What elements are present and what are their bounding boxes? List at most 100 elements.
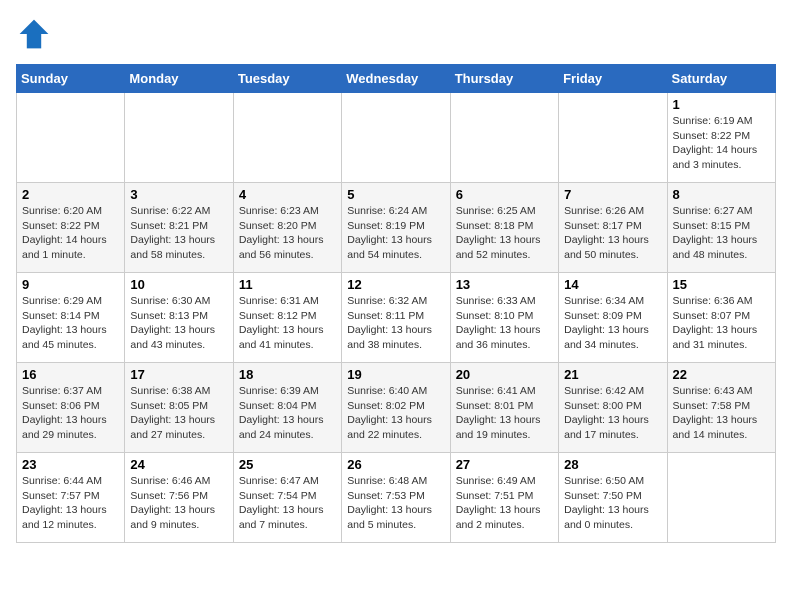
day-number: 5 bbox=[347, 187, 444, 202]
week-row-1: 2 Sunrise: 6:20 AM Sunset: 8:22 PM Daylig… bbox=[17, 183, 776, 273]
day-info: Sunrise: 6:19 AM Sunset: 8:22 PM Dayligh… bbox=[673, 114, 770, 173]
day-number: 2 bbox=[22, 187, 119, 202]
day-cell: 20 Sunrise: 6:41 AM Sunset: 8:01 PM Dayli… bbox=[450, 363, 558, 453]
week-row-2: 9 Sunrise: 6:29 AM Sunset: 8:14 PM Daylig… bbox=[17, 273, 776, 363]
day-info: Sunrise: 6:38 AM Sunset: 8:05 PM Dayligh… bbox=[130, 384, 227, 443]
day-number: 17 bbox=[130, 367, 227, 382]
day-cell: 16 Sunrise: 6:37 AM Sunset: 8:06 PM Dayli… bbox=[17, 363, 125, 453]
day-number: 27 bbox=[456, 457, 553, 472]
day-cell: 25 Sunrise: 6:47 AM Sunset: 7:54 PM Dayli… bbox=[233, 453, 341, 543]
day-cell: 19 Sunrise: 6:40 AM Sunset: 8:02 PM Dayli… bbox=[342, 363, 450, 453]
day-cell: 21 Sunrise: 6:42 AM Sunset: 8:00 PM Dayli… bbox=[559, 363, 667, 453]
day-info: Sunrise: 6:26 AM Sunset: 8:17 PM Dayligh… bbox=[564, 204, 661, 263]
day-number: 24 bbox=[130, 457, 227, 472]
day-info: Sunrise: 6:31 AM Sunset: 8:12 PM Dayligh… bbox=[239, 294, 336, 353]
day-info: Sunrise: 6:47 AM Sunset: 7:54 PM Dayligh… bbox=[239, 474, 336, 533]
day-info: Sunrise: 6:50 AM Sunset: 7:50 PM Dayligh… bbox=[564, 474, 661, 533]
day-info: Sunrise: 6:20 AM Sunset: 8:22 PM Dayligh… bbox=[22, 204, 119, 263]
day-cell: 9 Sunrise: 6:29 AM Sunset: 8:14 PM Daylig… bbox=[17, 273, 125, 363]
day-info: Sunrise: 6:48 AM Sunset: 7:53 PM Dayligh… bbox=[347, 474, 444, 533]
day-cell: 23 Sunrise: 6:44 AM Sunset: 7:57 PM Dayli… bbox=[17, 453, 125, 543]
day-info: Sunrise: 6:41 AM Sunset: 8:01 PM Dayligh… bbox=[456, 384, 553, 443]
day-number: 22 bbox=[673, 367, 770, 382]
day-info: Sunrise: 6:37 AM Sunset: 8:06 PM Dayligh… bbox=[22, 384, 119, 443]
day-info: Sunrise: 6:39 AM Sunset: 8:04 PM Dayligh… bbox=[239, 384, 336, 443]
day-cell: 6 Sunrise: 6:25 AM Sunset: 8:18 PM Daylig… bbox=[450, 183, 558, 273]
day-number: 16 bbox=[22, 367, 119, 382]
day-number: 28 bbox=[564, 457, 661, 472]
day-number: 19 bbox=[347, 367, 444, 382]
day-number: 14 bbox=[564, 277, 661, 292]
day-number: 20 bbox=[456, 367, 553, 382]
logo-icon bbox=[16, 16, 52, 52]
day-info: Sunrise: 6:44 AM Sunset: 7:57 PM Dayligh… bbox=[22, 474, 119, 533]
day-cell bbox=[450, 93, 558, 183]
day-info: Sunrise: 6:29 AM Sunset: 8:14 PM Dayligh… bbox=[22, 294, 119, 353]
day-number: 9 bbox=[22, 277, 119, 292]
day-info: Sunrise: 6:32 AM Sunset: 8:11 PM Dayligh… bbox=[347, 294, 444, 353]
day-cell bbox=[125, 93, 233, 183]
day-number: 8 bbox=[673, 187, 770, 202]
day-info: Sunrise: 6:36 AM Sunset: 8:07 PM Dayligh… bbox=[673, 294, 770, 353]
day-cell bbox=[342, 93, 450, 183]
day-number: 6 bbox=[456, 187, 553, 202]
day-cell bbox=[17, 93, 125, 183]
day-cell: 8 Sunrise: 6:27 AM Sunset: 8:15 PM Daylig… bbox=[667, 183, 775, 273]
day-cell: 26 Sunrise: 6:48 AM Sunset: 7:53 PM Dayli… bbox=[342, 453, 450, 543]
calendar-table: SundayMondayTuesdayWednesdayThursdayFrid… bbox=[16, 64, 776, 543]
day-number: 10 bbox=[130, 277, 227, 292]
day-cell: 15 Sunrise: 6:36 AM Sunset: 8:07 PM Dayli… bbox=[667, 273, 775, 363]
day-number: 13 bbox=[456, 277, 553, 292]
day-info: Sunrise: 6:33 AM Sunset: 8:10 PM Dayligh… bbox=[456, 294, 553, 353]
day-number: 12 bbox=[347, 277, 444, 292]
day-number: 7 bbox=[564, 187, 661, 202]
week-row-4: 23 Sunrise: 6:44 AM Sunset: 7:57 PM Dayli… bbox=[17, 453, 776, 543]
day-cell: 27 Sunrise: 6:49 AM Sunset: 7:51 PM Dayli… bbox=[450, 453, 558, 543]
header-monday: Monday bbox=[125, 65, 233, 93]
day-info: Sunrise: 6:46 AM Sunset: 7:56 PM Dayligh… bbox=[130, 474, 227, 533]
day-info: Sunrise: 6:22 AM Sunset: 8:21 PM Dayligh… bbox=[130, 204, 227, 263]
day-cell bbox=[559, 93, 667, 183]
day-cell: 18 Sunrise: 6:39 AM Sunset: 8:04 PM Dayli… bbox=[233, 363, 341, 453]
day-cell: 22 Sunrise: 6:43 AM Sunset: 7:58 PM Dayli… bbox=[667, 363, 775, 453]
calendar-header-row: SundayMondayTuesdayWednesdayThursdayFrid… bbox=[17, 65, 776, 93]
day-info: Sunrise: 6:43 AM Sunset: 7:58 PM Dayligh… bbox=[673, 384, 770, 443]
day-number: 21 bbox=[564, 367, 661, 382]
day-info: Sunrise: 6:30 AM Sunset: 8:13 PM Dayligh… bbox=[130, 294, 227, 353]
day-cell: 28 Sunrise: 6:50 AM Sunset: 7:50 PM Dayli… bbox=[559, 453, 667, 543]
day-number: 18 bbox=[239, 367, 336, 382]
day-number: 26 bbox=[347, 457, 444, 472]
day-info: Sunrise: 6:42 AM Sunset: 8:00 PM Dayligh… bbox=[564, 384, 661, 443]
day-cell: 3 Sunrise: 6:22 AM Sunset: 8:21 PM Daylig… bbox=[125, 183, 233, 273]
day-number: 15 bbox=[673, 277, 770, 292]
day-cell: 7 Sunrise: 6:26 AM Sunset: 8:17 PM Daylig… bbox=[559, 183, 667, 273]
header bbox=[16, 16, 776, 52]
day-info: Sunrise: 6:49 AM Sunset: 7:51 PM Dayligh… bbox=[456, 474, 553, 533]
day-info: Sunrise: 6:23 AM Sunset: 8:20 PM Dayligh… bbox=[239, 204, 336, 263]
header-wednesday: Wednesday bbox=[342, 65, 450, 93]
day-number: 3 bbox=[130, 187, 227, 202]
day-number: 1 bbox=[673, 97, 770, 112]
day-cell: 13 Sunrise: 6:33 AM Sunset: 8:10 PM Dayli… bbox=[450, 273, 558, 363]
week-row-3: 16 Sunrise: 6:37 AM Sunset: 8:06 PM Dayli… bbox=[17, 363, 776, 453]
day-cell: 4Sunrise: 6:23 AM Sunset: 8:20 PM Daylig… bbox=[233, 183, 341, 273]
day-cell: 24 Sunrise: 6:46 AM Sunset: 7:56 PM Dayli… bbox=[125, 453, 233, 543]
logo bbox=[16, 16, 56, 52]
day-cell: 17 Sunrise: 6:38 AM Sunset: 8:05 PM Dayli… bbox=[125, 363, 233, 453]
header-tuesday: Tuesday bbox=[233, 65, 341, 93]
day-cell: 12 Sunrise: 6:32 AM Sunset: 8:11 PM Dayli… bbox=[342, 273, 450, 363]
day-number: 23 bbox=[22, 457, 119, 472]
day-cell bbox=[233, 93, 341, 183]
week-row-0: 1 Sunrise: 6:19 AM Sunset: 8:22 PM Daylig… bbox=[17, 93, 776, 183]
day-info: Sunrise: 6:34 AM Sunset: 8:09 PM Dayligh… bbox=[564, 294, 661, 353]
day-cell: 11 Sunrise: 6:31 AM Sunset: 8:12 PM Dayli… bbox=[233, 273, 341, 363]
day-info: Sunrise: 6:25 AM Sunset: 8:18 PM Dayligh… bbox=[456, 204, 553, 263]
day-info: Sunrise: 6:40 AM Sunset: 8:02 PM Dayligh… bbox=[347, 384, 444, 443]
header-thursday: Thursday bbox=[450, 65, 558, 93]
day-info: Sunrise: 6:24 AM Sunset: 8:19 PM Dayligh… bbox=[347, 204, 444, 263]
day-number: 11 bbox=[239, 277, 336, 292]
day-info: Sunrise: 6:27 AM Sunset: 8:15 PM Dayligh… bbox=[673, 204, 770, 263]
header-saturday: Saturday bbox=[667, 65, 775, 93]
day-cell: 1 Sunrise: 6:19 AM Sunset: 8:22 PM Daylig… bbox=[667, 93, 775, 183]
day-number: 25 bbox=[239, 457, 336, 472]
